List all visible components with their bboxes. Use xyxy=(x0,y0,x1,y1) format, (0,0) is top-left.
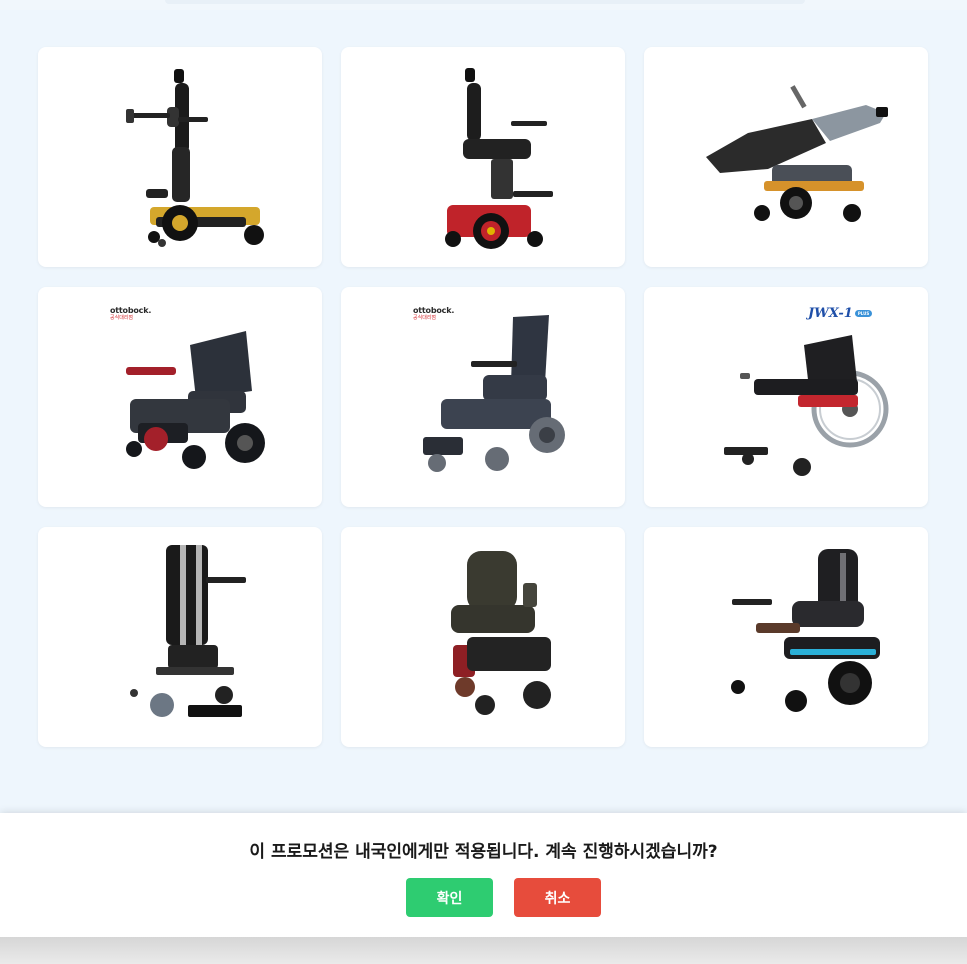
bottom-shadow xyxy=(0,937,967,964)
product-image-2 xyxy=(445,68,553,249)
top-strip xyxy=(0,0,967,10)
product-card-9[interactable] xyxy=(644,527,928,747)
product-image-1 xyxy=(126,69,264,247)
confirm-button[interactable]: 확인 xyxy=(406,878,493,917)
product-image-6 xyxy=(724,335,889,476)
product-image-5 xyxy=(423,315,565,472)
product-image-8 xyxy=(451,551,551,715)
product-card-5[interactable]: ottobock. 공식대리점 xyxy=(341,287,625,507)
product-image-9 xyxy=(731,549,880,712)
product-card-7[interactable] xyxy=(38,527,322,747)
product-card-1[interactable] xyxy=(38,47,322,267)
product-image-7 xyxy=(130,545,246,717)
product-grid: ottobock. 공식대리점 ottobock. 공식대리점 JWX-1 PL… xyxy=(38,47,928,747)
product-card-2[interactable] xyxy=(341,47,625,267)
product-card-3[interactable] xyxy=(644,47,928,267)
confirmation-dialog: 이 프로모션은 내국인에게만 적용됩니다. 계속 진행하시겠습니까? 확인 취소 xyxy=(0,813,967,937)
dialog-message: 이 프로모션은 내국인에게만 적용됩니다. 계속 진행하시겠습니까? xyxy=(249,842,718,862)
product-card-4[interactable]: ottobock. 공식대리점 xyxy=(38,287,322,507)
header-edge xyxy=(165,0,805,4)
product-card-8[interactable] xyxy=(341,527,625,747)
product-image-4 xyxy=(126,331,265,469)
product-card-6[interactable]: JWX-1 PLUS xyxy=(644,287,928,507)
cancel-button[interactable]: 취소 xyxy=(514,878,601,917)
product-image-3 xyxy=(706,85,888,222)
